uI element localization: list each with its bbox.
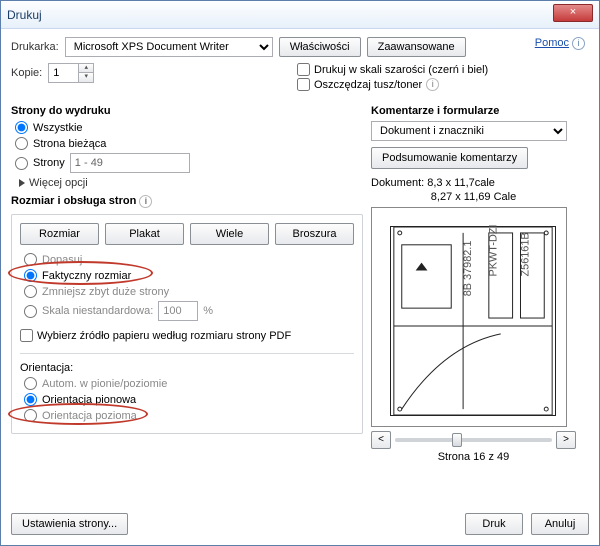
close-button[interactable]: × bbox=[553, 4, 593, 22]
print-dialog: Drukuj × Pomoci Drukarka: Microsoft XPS … bbox=[0, 0, 600, 546]
print-button[interactable]: Druk bbox=[465, 513, 523, 535]
help-icon: i bbox=[572, 37, 585, 50]
comments-select[interactable]: Dokument i znaczniki bbox=[371, 121, 567, 141]
summarize-comments-button[interactable]: Podsumowanie komentarzy bbox=[371, 147, 528, 169]
triangle-right-icon bbox=[19, 179, 25, 187]
grayscale-checkbox[interactable]: Drukuj w skali szarości (czerń i biel) bbox=[297, 63, 488, 76]
copies-label: Kopie: bbox=[11, 67, 42, 79]
custom-scale-input[interactable] bbox=[158, 301, 198, 321]
save-ink-checkbox[interactable]: Oszczędzaj tusz/toner i bbox=[297, 78, 488, 91]
document-size-label: Dokument: 8,3 x 11,7cale bbox=[371, 177, 576, 189]
shrink-radio[interactable]: Zmniejsz zbyt duże strony bbox=[24, 285, 354, 298]
paper-source-checkbox[interactable]: Wybierz źródło papieru według rozmiaru s… bbox=[20, 329, 291, 342]
page-size-label: 8,27 x 11,69 Cale bbox=[371, 191, 576, 203]
actual-size-radio[interactable]: Faktyczny rozmiar bbox=[24, 269, 354, 282]
cancel-button[interactable]: Anuluj bbox=[531, 513, 589, 535]
preview-slider[interactable] bbox=[395, 438, 552, 442]
page-setup-button[interactable]: Ustawienia strony... bbox=[11, 513, 128, 535]
fit-radio[interactable]: Dopasuj bbox=[24, 253, 354, 266]
window-title: Drukuj bbox=[7, 8, 42, 22]
slider-thumb[interactable] bbox=[452, 433, 462, 447]
pages-all-radio[interactable]: Wszystkie bbox=[15, 121, 363, 134]
svg-text:8B 37982.1: 8B 37982.1 bbox=[462, 241, 474, 297]
pages-range-radio[interactable]: Strony bbox=[15, 153, 363, 173]
titlebar: Drukuj × bbox=[1, 1, 599, 29]
printer-select[interactable]: Microsoft XPS Document Writer bbox=[65, 37, 273, 57]
svg-text:PKWT-DZI: PKWT-DZI bbox=[488, 225, 500, 277]
custom-scale-radio[interactable]: Skala niestandardowa: % bbox=[24, 301, 354, 321]
pages-range-input[interactable] bbox=[70, 153, 190, 173]
info-icon: i bbox=[139, 195, 152, 208]
svg-text:Z56161B: Z56161B bbox=[519, 232, 531, 276]
help-link[interactable]: Pomoci bbox=[535, 37, 585, 50]
comments-title: Komentarze i formularze bbox=[371, 105, 576, 117]
preview-prev-button[interactable]: < bbox=[371, 431, 391, 449]
more-options-toggle[interactable]: Więcej opcji bbox=[19, 177, 363, 189]
print-preview: PKWT-DZI Z56161B 8B 37982.1 bbox=[371, 207, 567, 427]
poster-button[interactable]: Plakat bbox=[105, 223, 184, 245]
size-handling-title: Rozmiar i obsługa stron bbox=[11, 195, 136, 207]
pages-title: Strony do wydruku bbox=[11, 105, 363, 117]
orientation-auto-radio[interactable]: Autom. w pionie/poziomie bbox=[24, 377, 354, 390]
orientation-landscape-radio[interactable]: Orientacja pozioma bbox=[24, 409, 354, 422]
printer-label: Drukarka: bbox=[11, 41, 59, 53]
copies-input[interactable] bbox=[48, 63, 78, 83]
size-button[interactable]: Rozmiar bbox=[20, 223, 99, 245]
orientation-title: Orientacja: bbox=[20, 362, 354, 374]
advanced-button[interactable]: Zaawansowane bbox=[367, 37, 466, 57]
properties-button[interactable]: Właściwości bbox=[279, 37, 361, 57]
info-icon: i bbox=[426, 78, 439, 91]
preview-next-button[interactable]: > bbox=[556, 431, 576, 449]
multiple-button[interactable]: Wiele bbox=[190, 223, 269, 245]
copies-spinner[interactable]: ▴▾ bbox=[78, 63, 94, 83]
booklet-button[interactable]: Broszura bbox=[275, 223, 354, 245]
page-counter-label: Strona 16 z 49 bbox=[371, 451, 576, 463]
orientation-portrait-radio[interactable]: Orientacja pionowa bbox=[24, 393, 354, 406]
pages-current-radio[interactable]: Strona bieżąca bbox=[15, 137, 363, 150]
